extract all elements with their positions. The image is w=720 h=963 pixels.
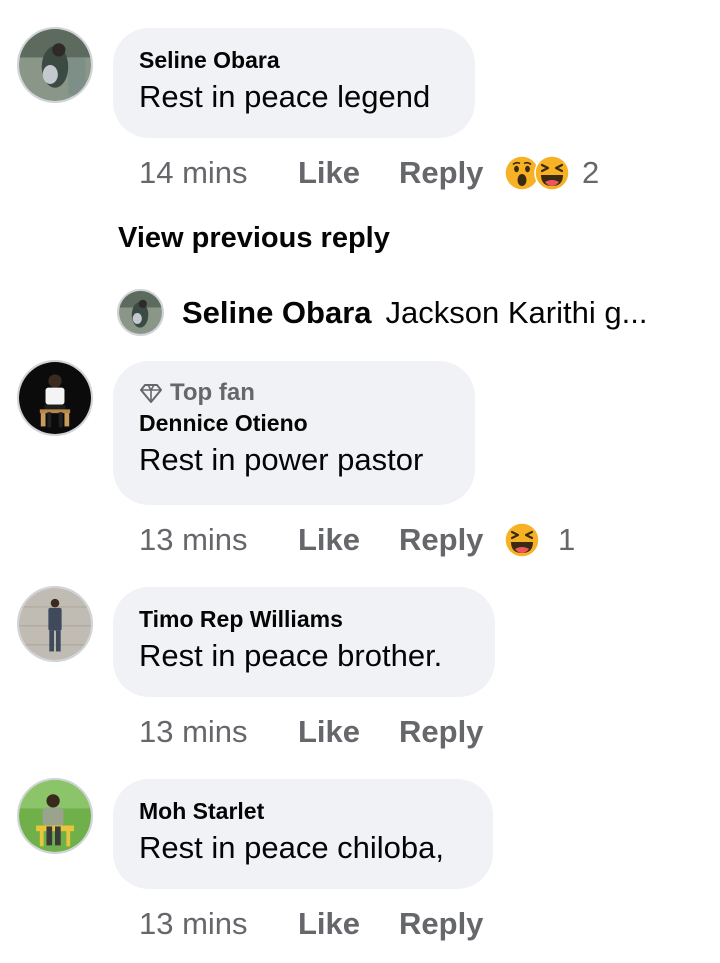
view-previous-reply-link[interactable]: View previous reply [118, 222, 390, 255]
comment-text: Rest in peace brother. [139, 638, 443, 673]
top-fan-label: Top fan [170, 379, 255, 406]
comment-timestamp[interactable]: 13 mins [139, 714, 298, 750]
comment-timestamp[interactable]: 13 mins [139, 522, 298, 558]
comment-timestamp[interactable]: 13 mins [139, 906, 298, 942]
reaction-count[interactable]: 2 [582, 155, 599, 191]
comment-author[interactable]: Seline Obara [139, 45, 447, 75]
comment-text: Rest in power pastor [139, 442, 424, 477]
comment-author[interactable]: Dennice Otieno [139, 408, 447, 438]
reply-button[interactable]: Reply [399, 155, 504, 191]
comment-author[interactable]: Moh Starlet [139, 796, 465, 826]
reply-button[interactable]: Reply [399, 906, 504, 942]
reply-preview[interactable]: Seline Obara Jackson Karithi g... [117, 289, 717, 336]
reply-author[interactable]: Seline Obara [182, 295, 372, 331]
comment-text: Rest in peace chiloba, [139, 830, 445, 865]
avatar[interactable] [17, 778, 93, 854]
comment-actions: 13 mins Like Reply 1 [139, 520, 575, 560]
avatar[interactable] [17, 27, 93, 103]
avatar[interactable] [17, 360, 93, 436]
reactions-summary[interactable] [504, 155, 570, 191]
avatar[interactable] [117, 289, 164, 336]
comment-author[interactable]: Timo Rep Williams [139, 604, 467, 634]
comment-actions: 13 mins Like Reply [139, 904, 504, 944]
diamond-icon [140, 384, 162, 403]
reply-button[interactable]: Reply [399, 714, 504, 750]
reply-button[interactable]: Reply [399, 522, 504, 558]
like-button[interactable]: Like [298, 906, 399, 942]
haha-reaction-icon [504, 522, 540, 558]
reactions-summary[interactable] [504, 522, 540, 558]
comment-bubble: Seline Obara Rest in peace legend [113, 28, 475, 138]
top-fan-badge: Top fan [139, 378, 447, 408]
comment-bubble: Top fan Dennice Otieno Rest in power pas… [113, 361, 475, 505]
reply-text: Jackson Karithi g... [385, 294, 648, 330]
comment-bubble: Moh Starlet Rest in peace chiloba, [113, 779, 493, 889]
haha-reaction-icon [534, 155, 570, 191]
avatar[interactable] [17, 586, 93, 662]
like-button[interactable]: Like [298, 155, 399, 191]
comment-actions: 13 mins Like Reply [139, 712, 504, 752]
comment-actions: 14 mins Like Reply 2 [139, 153, 599, 193]
comment-bubble: Timo Rep Williams Rest in peace brother. [113, 587, 495, 697]
like-button[interactable]: Like [298, 522, 399, 558]
reaction-count[interactable]: 1 [558, 522, 575, 558]
comment-timestamp[interactable]: 14 mins [139, 155, 298, 191]
comment-text: Rest in peace legend [139, 79, 431, 114]
like-button[interactable]: Like [298, 714, 399, 750]
